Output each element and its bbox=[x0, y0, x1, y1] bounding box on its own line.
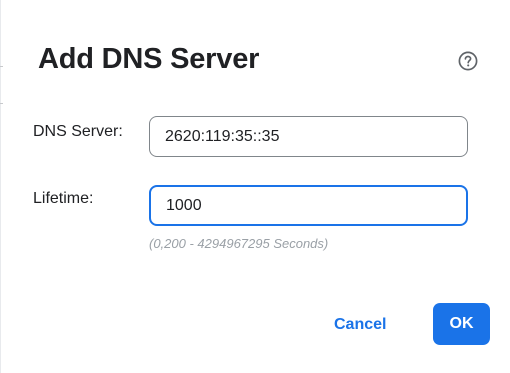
cancel-button[interactable]: Cancel bbox=[326, 310, 394, 340]
lifetime-input[interactable] bbox=[149, 185, 468, 226]
help-circle-icon[interactable] bbox=[458, 51, 478, 71]
lifetime-label: Lifetime: bbox=[33, 190, 94, 207]
lifetime-range-hint: (0,200 - 4294967295 Seconds) bbox=[149, 236, 329, 251]
add-dns-server-dialog: Add DNS Server DNS Server: Lifetime: (0,… bbox=[10, 0, 510, 373]
dialog-title: Add DNS Server bbox=[38, 43, 260, 75]
dns-server-input[interactable] bbox=[149, 116, 468, 157]
edge-tick bbox=[0, 66, 3, 67]
dns-server-label: DNS Server: bbox=[33, 123, 123, 140]
window-left-edge bbox=[0, 0, 1, 373]
ok-button[interactable]: OK bbox=[433, 303, 490, 345]
edge-tick bbox=[0, 103, 3, 104]
